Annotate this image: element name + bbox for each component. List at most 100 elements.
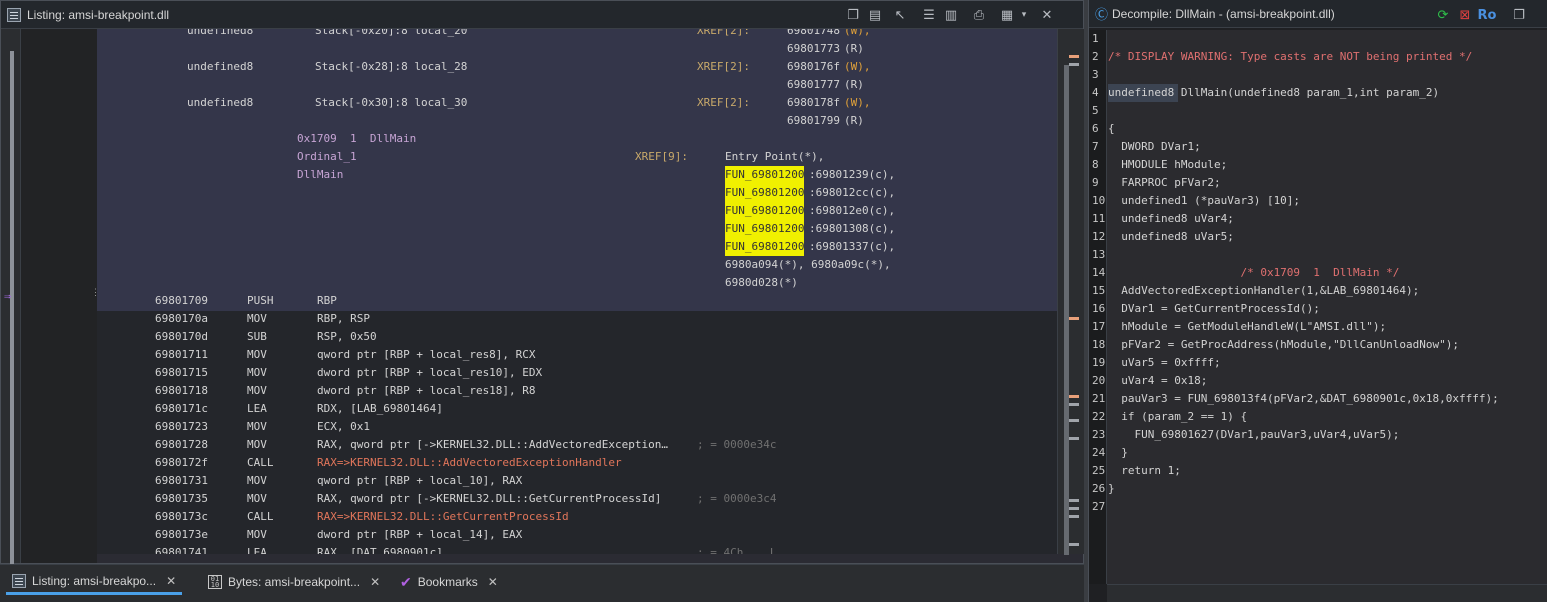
code-line[interactable]: hModule = GetModuleHandleW(L"AMSI.dll"); bbox=[1108, 318, 1386, 336]
listing-tab-icon bbox=[12, 573, 26, 588]
code-line[interactable]: pauVar3 = FUN_698013f4(pFVar2,&DAT_69809… bbox=[1108, 390, 1499, 408]
code-line[interactable]: undefined8 DllMain(undefined8 param_1,in… bbox=[1108, 84, 1440, 102]
stack-variable-row[interactable]: undefined8 Stack[-0x20]:8 local_20 XREF[2]… bbox=[97, 29, 1057, 40]
instruction-row[interactable]: 6980170a MOV RBP, RSP bbox=[97, 310, 1057, 328]
line-number: 12 bbox=[1092, 230, 1106, 243]
xref-continued-row[interactable]: 6980d028(*) bbox=[97, 274, 1057, 292]
stack-variable-row-cont[interactable]: 69801777 (R) bbox=[97, 76, 1057, 94]
scrollbar-thumb[interactable] bbox=[1064, 65, 1069, 555]
tab-bookmarks[interactable]: ✔ Bookmarks ✕ bbox=[394, 569, 504, 595]
function-xref-row[interactable]: DllMain FUN_69801200:69801239(c), bbox=[97, 166, 1057, 184]
instruction-operands: qword ptr [RBP + local_10], RAX bbox=[317, 474, 523, 487]
decompile-hscrollbar[interactable] bbox=[1107, 584, 1547, 602]
code-line[interactable]: HMODULE hModule; bbox=[1108, 156, 1227, 174]
instruction-address: 69801735 bbox=[155, 492, 208, 505]
instruction-row[interactable]: 69801718 MOV dword ptr [RBP + local_res18]… bbox=[97, 382, 1057, 400]
code-line[interactable]: undefined8 uVar5; bbox=[1108, 228, 1234, 246]
function-xref-row[interactable]: FUN_69801200:698012e0(c), bbox=[97, 202, 1057, 220]
stack-variable-row[interactable]: undefined8 Stack[-0x30]:8 local_30 XREF[2]… bbox=[97, 94, 1057, 112]
instruction-mnemonic: SUB bbox=[247, 330, 267, 343]
code-line[interactable]: } bbox=[1108, 444, 1128, 462]
instruction-row[interactable]: 69801741 LEA RAX, [DAT_6980901c] ; = 4Ch L bbox=[97, 544, 1057, 554]
line-number: 3 bbox=[1092, 68, 1099, 81]
instruction-row[interactable]: 6980172f CALL RAX=>KERNEL32.DLL::AddVector… bbox=[97, 454, 1057, 472]
code-line[interactable]: if (param_2 == 1) { bbox=[1108, 408, 1247, 426]
listing-content[interactable]: undefined8 Stack[-0x20]:8 local_20 XREF[2]… bbox=[97, 29, 1057, 554]
cursor-icon[interactable]: ↖ bbox=[887, 5, 913, 25]
close-icon[interactable]: ✕ bbox=[1037, 5, 1057, 25]
function-label: DllMain bbox=[297, 168, 344, 181]
code-line[interactable]: pFVar2 = GetProcAddress(hModule,"DllCanU… bbox=[1108, 336, 1459, 354]
instruction-row[interactable]: 6980171c LEA RDX, [LAB_69801464] bbox=[97, 400, 1057, 418]
xref-continued-row[interactable]: 6980a094(*), 6980a09c(*), bbox=[97, 256, 1057, 274]
decompile-code[interactable]: /* DISPLAY WARNING: Type casts are NOT b… bbox=[1107, 30, 1547, 584]
instruction-row[interactable]: 69801728 MOV RAX, qword ptr [->KERNEL32.DL… bbox=[97, 436, 1057, 454]
instruction-row[interactable]: 69801709 PUSH RBP bbox=[97, 292, 1057, 310]
close-tab-icon[interactable]: ✕ bbox=[488, 575, 498, 589]
xref-address: :698012e0(c), bbox=[809, 204, 896, 217]
decompile-titlebar: Ⓒ Decompile: DllMain - (amsi-breakpoint.… bbox=[1089, 0, 1547, 28]
instruction-address: 69801715 bbox=[155, 366, 208, 379]
paste-icon[interactable]: ▤ bbox=[865, 5, 885, 25]
snapshot-icon[interactable]: ⎙ bbox=[969, 5, 989, 25]
xref-address: 69801748 bbox=[787, 29, 840, 37]
tab-label: Bookmarks bbox=[417, 575, 478, 589]
function-xref-row[interactable]: FUN_69801200:69801308(c), bbox=[97, 220, 1057, 238]
instruction-row[interactable]: 6980173e MOV dword ptr [RBP + local_14], E… bbox=[97, 526, 1057, 544]
chevron-down-icon[interactable]: ▾ bbox=[1019, 5, 1029, 25]
instruction-row[interactable]: 69801711 MOV qword ptr [RBP + local_res8],… bbox=[97, 346, 1057, 364]
refresh-icon[interactable]: ⟳ bbox=[1433, 5, 1453, 25]
code-line[interactable]: DVar1 = GetCurrentProcessId(); bbox=[1108, 300, 1320, 318]
xref-address: 6980d028(*) bbox=[725, 276, 798, 289]
instruction-address: 6980173c bbox=[155, 510, 208, 523]
snapshot-icon[interactable]: ⊠ bbox=[1455, 5, 1475, 25]
listing-scrollbar[interactable] bbox=[1057, 29, 1084, 555]
instruction-operands: RBP, RSP bbox=[317, 312, 370, 325]
field-edit-icon[interactable]: ☰ bbox=[919, 5, 939, 25]
code-line[interactable]: uVar5 = 0xffff; bbox=[1108, 354, 1220, 372]
line-number: 27 bbox=[1092, 500, 1106, 513]
instruction-comment: ; = 4Ch L bbox=[697, 546, 777, 554]
code-line[interactable]: { bbox=[1108, 120, 1115, 138]
code-line[interactable]: DWORD DVar1; bbox=[1108, 138, 1200, 156]
function-xref-row[interactable]: FUN_69801200:69801337(c), bbox=[97, 238, 1057, 256]
code-line[interactable]: uVar4 = 0x18; bbox=[1108, 372, 1207, 390]
instruction-row[interactable]: 69801715 MOV dword ptr [RBP + local_res10]… bbox=[97, 364, 1057, 382]
read-only-button[interactable]: Ro bbox=[1477, 5, 1497, 25]
bytes-tab-icon: 01 10 bbox=[208, 575, 222, 589]
stack-variable-row-cont[interactable]: 69801773 (R) bbox=[97, 40, 1057, 58]
listing-options-icon[interactable]: ▦ bbox=[997, 5, 1017, 25]
code-line[interactable]: } bbox=[1108, 480, 1115, 498]
code-line[interactable]: FARPROC pFVar2; bbox=[1108, 174, 1220, 192]
tab-bytes[interactable]: 01 10 Bytes: amsi-breakpoint... ✕ bbox=[202, 569, 386, 595]
close-tab-icon[interactable]: ✕ bbox=[370, 575, 380, 589]
code-line[interactable]: /* DISPLAY WARNING: Type casts are NOT b… bbox=[1108, 48, 1472, 66]
stack-variable-row[interactable]: undefined8 Stack[-0x28]:8 local_28 XREF[2]… bbox=[97, 58, 1057, 76]
ordinal-comment-row[interactable]: 0x1709 1 DllMain bbox=[97, 130, 1057, 148]
diff-view-icon[interactable]: ▥ bbox=[941, 5, 961, 25]
copy-icon[interactable]: ❐ bbox=[1509, 5, 1529, 25]
code-line[interactable]: undefined1 (*pauVar3) [10]; bbox=[1108, 192, 1300, 210]
instruction-address: 69801711 bbox=[155, 348, 208, 361]
ordinal-label-row[interactable]: Ordinal_1 XREF[9]: Entry Point(*), bbox=[97, 148, 1057, 166]
xref-label: XREF[9]: bbox=[635, 150, 688, 163]
instruction-row[interactable]: 69801735 MOV RAX, qword ptr [->KERNEL32.DL… bbox=[97, 490, 1057, 508]
stack-variable-row-cont[interactable]: 69801799 (R) bbox=[97, 112, 1057, 130]
code-line[interactable]: AddVectoredExceptionHandler(1,&LAB_69801… bbox=[1108, 282, 1419, 300]
copy-icon[interactable]: ❐ bbox=[843, 5, 863, 25]
code-line[interactable]: undefined8 uVar4; bbox=[1108, 210, 1234, 228]
instruction-row[interactable]: 6980173c CALL RAX=>KERNEL32.DLL::GetCurren… bbox=[97, 508, 1057, 526]
tab-listing[interactable]: Listing: amsi-breakpo... ✕ bbox=[6, 569, 183, 595]
variable-type: undefined8 bbox=[187, 60, 254, 73]
instruction-mnemonic: MOV bbox=[247, 528, 267, 541]
instruction-address: 69801728 bbox=[155, 438, 208, 451]
instruction-row[interactable]: 69801731 MOV qword ptr [RBP + local_10], R… bbox=[97, 472, 1057, 490]
function-xref-row[interactable]: FUN_69801200:698012cc(c), bbox=[97, 184, 1057, 202]
code-line[interactable]: /* 0x1709 1 DllMain */ bbox=[1108, 264, 1399, 282]
instruction-row[interactable]: 6980170d SUB RSP, 0x50 bbox=[97, 328, 1057, 346]
code-line[interactable]: return 1; bbox=[1108, 462, 1181, 480]
instruction-row[interactable]: 69801723 MOV ECX, 0x1 bbox=[97, 418, 1057, 436]
close-tab-icon[interactable]: ✕ bbox=[166, 574, 176, 588]
code-line[interactable]: FUN_69801627(DVar1,pauVar3,uVar4,uVar5); bbox=[1108, 426, 1399, 444]
instruction-mnemonic: MOV bbox=[247, 420, 267, 433]
